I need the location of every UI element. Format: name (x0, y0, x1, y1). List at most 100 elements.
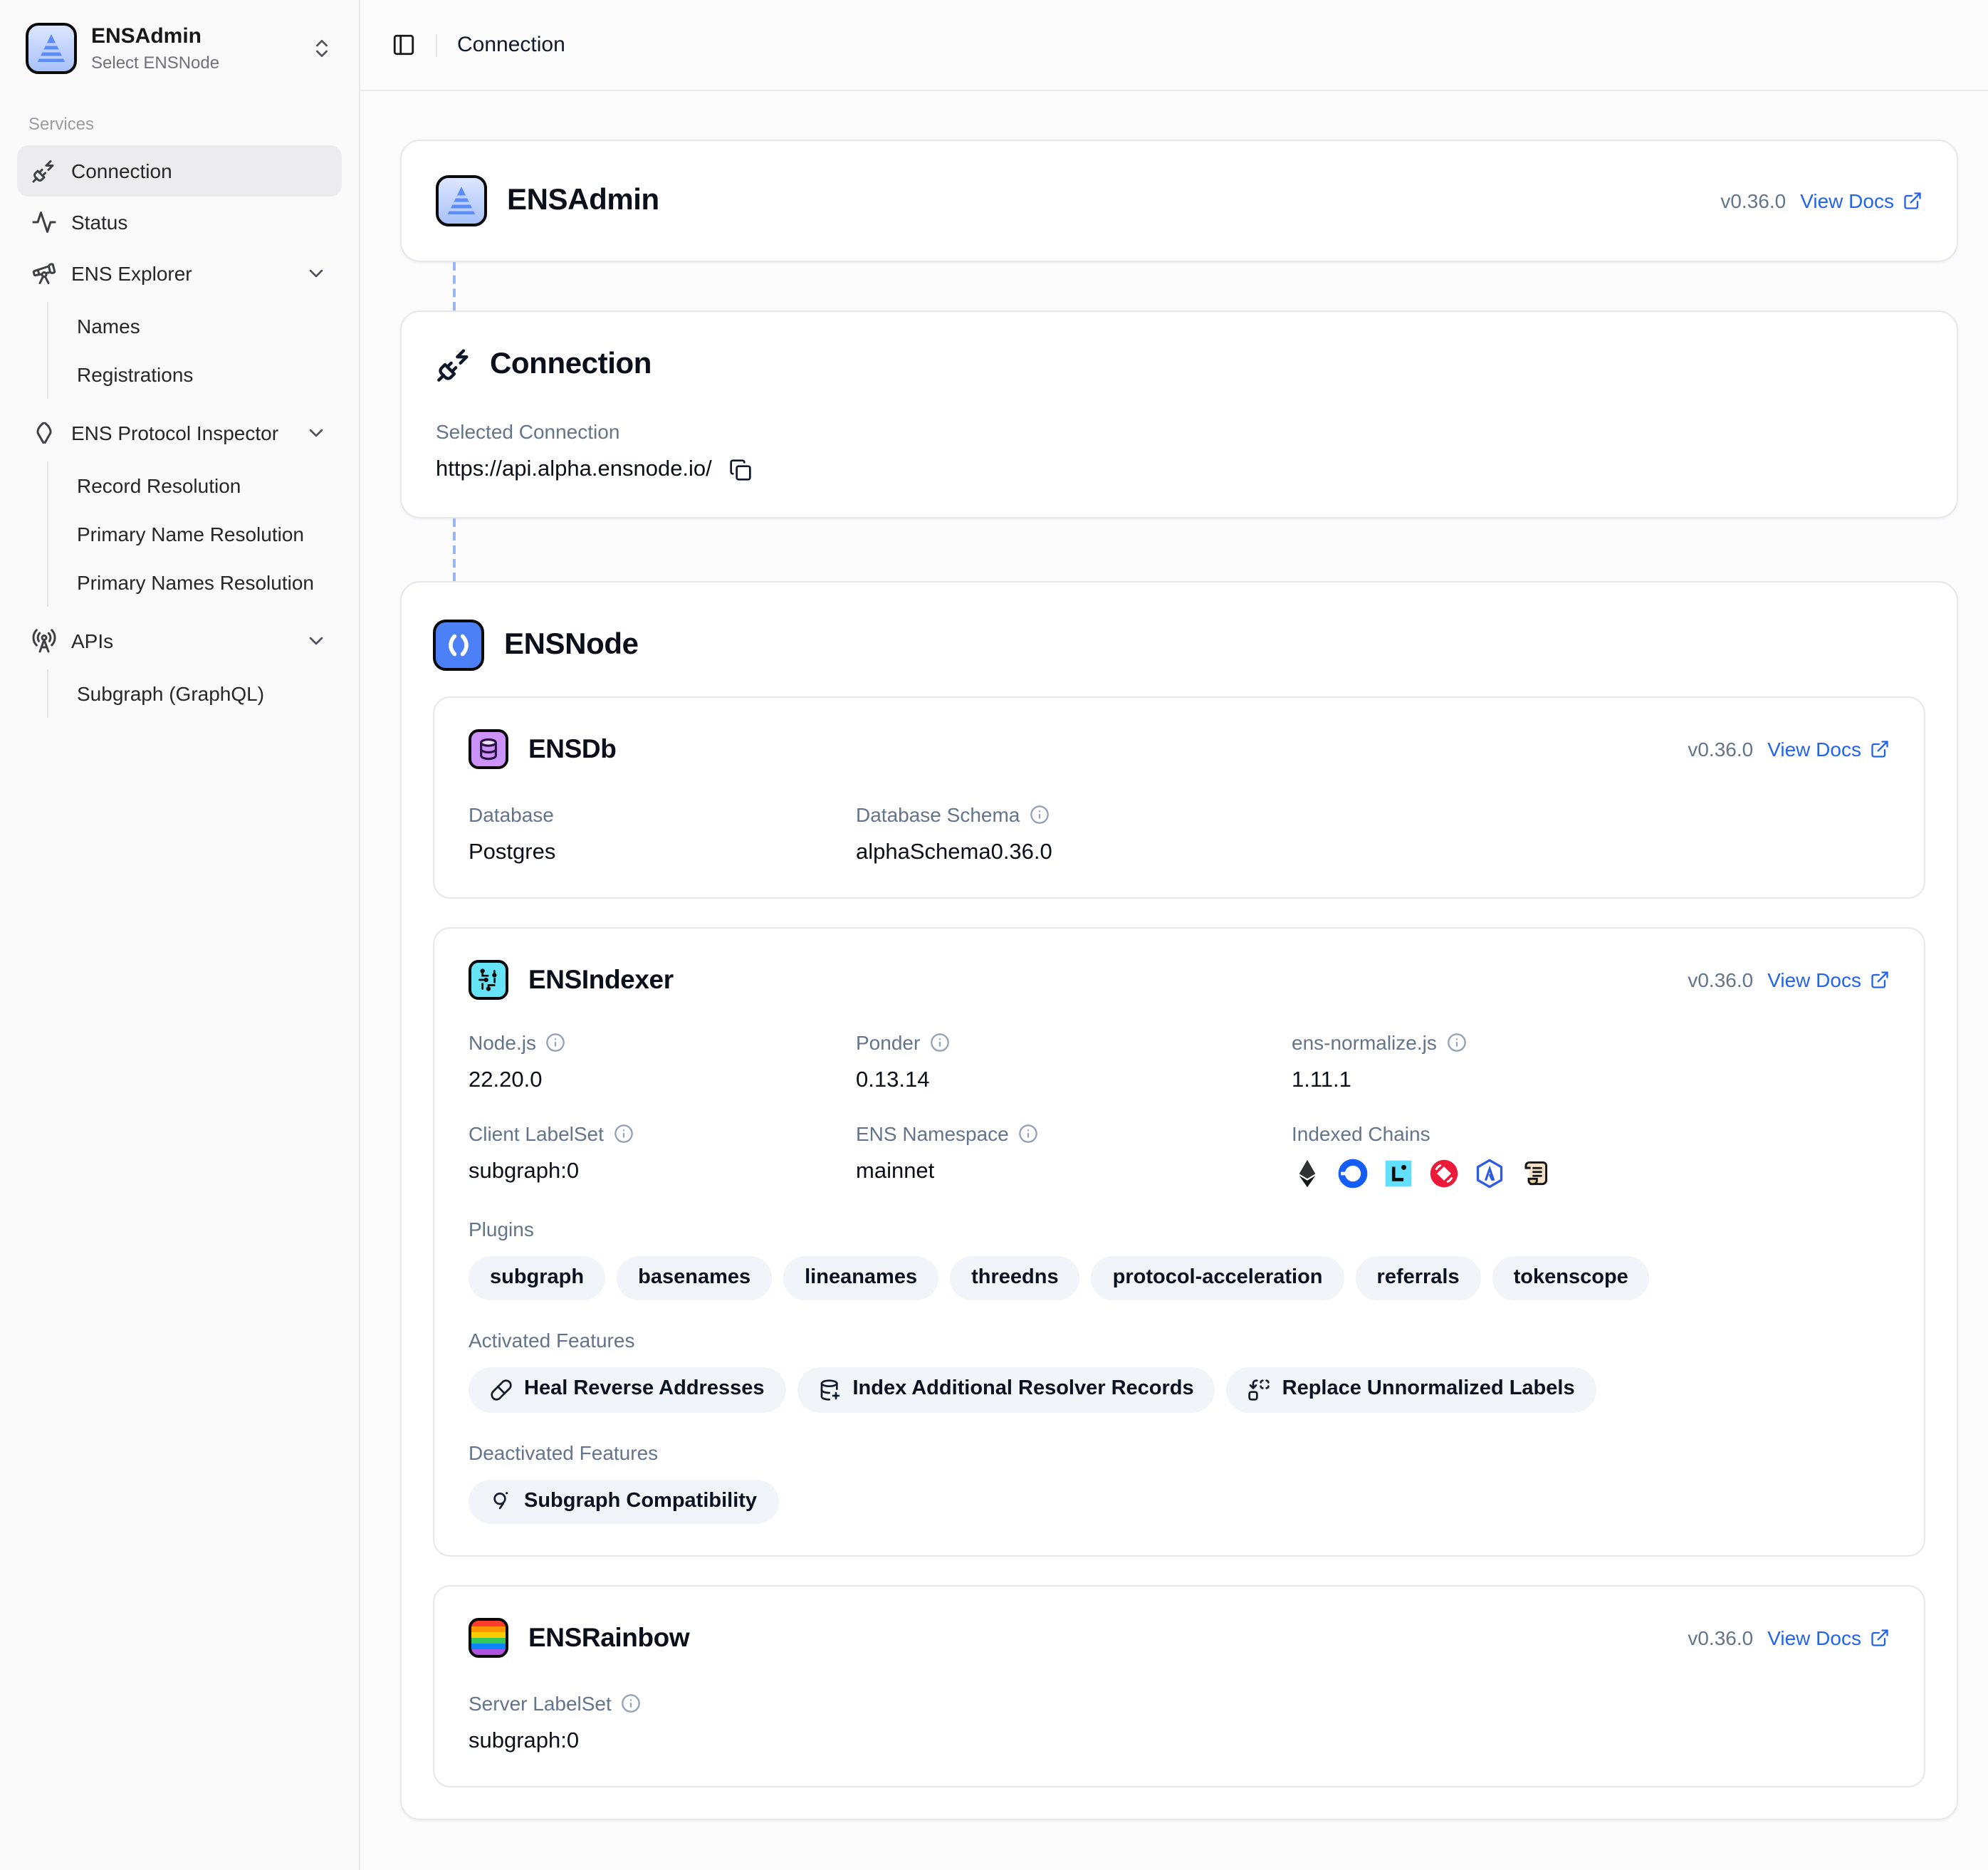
info-icon[interactable] (614, 1124, 634, 1144)
nodejs-label: Node.js (469, 1031, 536, 1054)
ens-normalize-value: 1.11.1 (1292, 1068, 1890, 1094)
app-root: ENSAdmin Select ENSNode Services Connect… (0, 0, 1988, 1870)
info-icon[interactable] (622, 1693, 642, 1713)
ensrainbow-version: v0.36.0 (1688, 1626, 1753, 1649)
sidebar-item-label: ENS Explorer (71, 262, 192, 285)
external-link-icon (1870, 739, 1890, 759)
protocol-inspector-sublist: Record Resolution Primary Name Resolutio… (47, 461, 342, 607)
database-value: Postgres (469, 840, 856, 866)
connection-card-title: Connection (490, 348, 652, 382)
ensrainbow-card: ENSRainbow v0.36.0 View Docs Server Labe… (433, 1585, 1925, 1787)
ensindexer-card-title: ENSIndexer (528, 964, 674, 996)
page-content: ENSAdmin v0.36.0 View Docs Connection S (360, 91, 1988, 1820)
sidebar-item-apis[interactable]: APIs (17, 615, 342, 667)
database-plus-icon (818, 1379, 841, 1401)
breadcrumb: Connection (457, 33, 565, 57)
client-labelset-label: Client LabelSet (469, 1122, 604, 1145)
info-icon[interactable] (546, 1033, 566, 1052)
sidebar-item-primary-name-resolution[interactable]: Primary Name Resolution (63, 510, 342, 558)
copy-url-button[interactable] (729, 459, 752, 481)
ensadmin-logo-icon (26, 23, 77, 74)
feature-badge-heal-reverse-addresses: Heal Reverse Addresses (469, 1368, 785, 1413)
sidebar-toggle-button[interactable] (392, 33, 416, 57)
ens-explorer-sublist: Names Registrations (47, 302, 342, 399)
chevrons-up-down-icon (310, 37, 333, 60)
ensindexer-logo-icon (469, 960, 508, 1000)
info-icon[interactable] (930, 1033, 950, 1052)
app-title: ENSAdmin (91, 25, 296, 50)
ponder-value: 0.13.14 (856, 1068, 1292, 1094)
ensnode-card: ENSNode ENSDb v0.36.0 (400, 581, 1958, 1820)
ensdb-card: ENSDb v0.36.0 View Docs Database (433, 696, 1925, 899)
plugins-label: Plugins (469, 1218, 1890, 1240)
ensrainbow-view-docs-link[interactable]: View Docs (1767, 1626, 1890, 1649)
connector-line (453, 262, 456, 310)
info-icon[interactable] (1019, 1124, 1039, 1144)
ensdb-card-title: ENSDb (528, 733, 616, 765)
base-chain-icon (1337, 1158, 1369, 1189)
external-link-icon (1903, 191, 1922, 211)
chevron-down-icon (305, 630, 328, 652)
sidebar-item-label: ENS Protocol Inspector (71, 422, 278, 444)
ensnode-logo-icon (433, 620, 484, 671)
sidebar: ENSAdmin Select ENSNode Services Connect… (0, 0, 360, 1870)
database-schema-label: Database Schema (856, 803, 1020, 826)
ens-mark-icon (31, 420, 57, 446)
sidebar-item-ens-protocol-inspector[interactable]: ENS Protocol Inspector (17, 407, 342, 459)
deactivated-features-label: Deactivated Features (469, 1441, 1890, 1464)
sidebar-item-subgraph-graphql[interactable]: Subgraph (GraphQL) (63, 669, 342, 718)
chevron-down-icon (305, 262, 328, 285)
threedns-chain-icon (1428, 1158, 1460, 1189)
replace-icon (1248, 1379, 1271, 1401)
chevron-down-icon (305, 422, 328, 444)
database-schema-field: Database Schema (856, 803, 1292, 826)
arbitrum-chain-icon (1474, 1158, 1505, 1189)
external-link-icon (1870, 970, 1890, 990)
sidebar-item-primary-names-resolution[interactable]: Primary Names Resolution (63, 558, 342, 607)
selected-connection-label: Selected Connection (436, 420, 1922, 443)
sidebar-item-connection[interactable]: Connection (17, 145, 342, 197)
ensindexer-view-docs-link[interactable]: View Docs (1767, 968, 1890, 991)
feature-badge-subgraph-compatibility: Subgraph Compatibility (469, 1480, 778, 1525)
ensrainbow-card-title: ENSRainbow (528, 1622, 689, 1654)
plugin-badge: threedns (950, 1256, 1080, 1301)
graph-icon (490, 1490, 513, 1513)
plugin-badge: basenames (617, 1256, 772, 1301)
database-label: Database (469, 803, 856, 826)
ensdb-view-docs-link[interactable]: View Docs (1767, 738, 1890, 761)
ens-normalize-label: ens-normalize.js (1292, 1031, 1437, 1054)
plugin-badge: referrals (1356, 1256, 1481, 1301)
telescope-icon (31, 261, 57, 286)
connector-line (453, 518, 456, 581)
top-bar: Connection (360, 0, 1988, 91)
info-icon[interactable] (1030, 805, 1050, 825)
apis-sublist: Subgraph (GraphQL) (47, 669, 342, 718)
ensnode-selector[interactable]: ENSAdmin Select ENSNode (17, 17, 342, 80)
linea-chain-icon (1383, 1158, 1414, 1189)
sidebar-item-registrations[interactable]: Registrations (63, 350, 342, 399)
scroll-chain-icon (1519, 1158, 1551, 1189)
sidebar-item-ens-explorer[interactable]: ENS Explorer (17, 248, 342, 299)
external-link-icon (1870, 1628, 1890, 1648)
main-area: Connection ENSAdmin v0.36.0 (360, 0, 1988, 1870)
sidebar-item-names[interactable]: Names (63, 302, 342, 350)
server-labelset-value: subgraph:0 (469, 1729, 1890, 1755)
radio-tower-icon (31, 628, 57, 654)
header-divider (436, 33, 437, 56)
ensnode-card-title: ENSNode (504, 628, 639, 662)
sidebar-item-record-resolution[interactable]: Record Resolution (63, 461, 342, 510)
sidebar-item-status[interactable]: Status (17, 197, 342, 248)
plugin-badge: protocol-acceleration (1092, 1256, 1344, 1301)
ensadmin-view-docs-link[interactable]: View Docs (1800, 189, 1922, 212)
plugins-row: subgraph basenames lineanames threedns p… (469, 1256, 1890, 1301)
ensadmin-version: v0.36.0 (1720, 189, 1786, 212)
sidebar-item-label: Status (71, 211, 127, 234)
ensindexer-card: ENSIndexer v0.36.0 View Docs Node. (433, 927, 1925, 1557)
ponder-label: Ponder (856, 1031, 920, 1054)
plug-zap-icon (436, 346, 473, 383)
info-icon[interactable] (1447, 1033, 1467, 1052)
ethereum-chain-icon (1292, 1158, 1323, 1189)
nodejs-value: 22.20.0 (469, 1068, 856, 1094)
services-section-label: Services (17, 114, 342, 134)
plugin-badge: lineanames (783, 1256, 938, 1301)
